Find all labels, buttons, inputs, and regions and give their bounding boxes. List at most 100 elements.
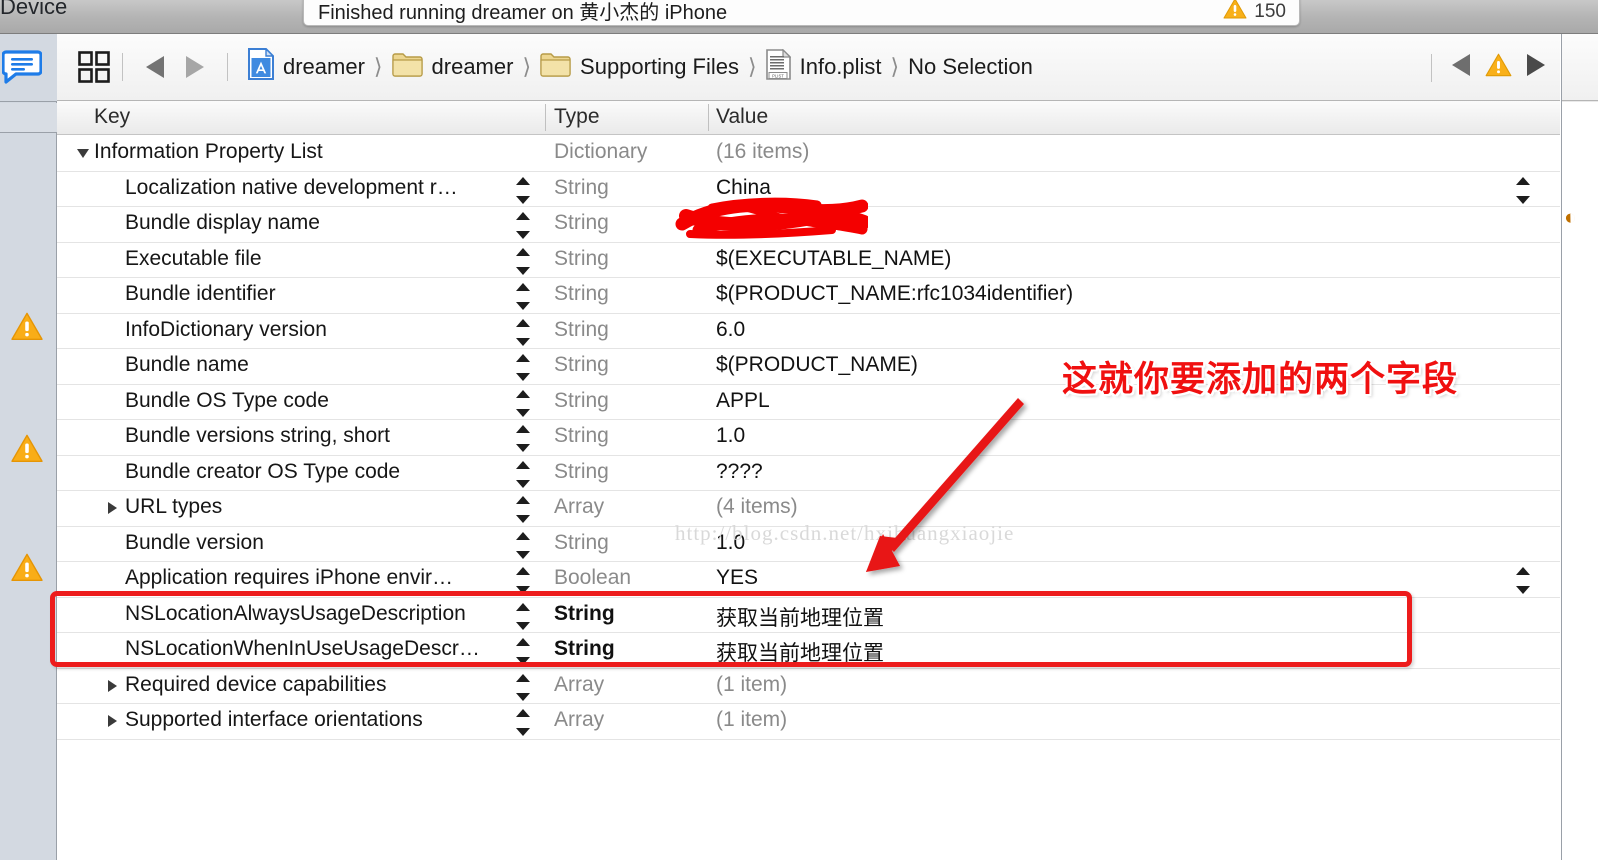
cell-key[interactable]: Application requires iPhone envir… [125, 566, 453, 590]
column-divider-1[interactable] [545, 104, 546, 131]
table-row[interactable]: Bundle versions string, short String 1.0 [57, 420, 1560, 456]
next-issue-icon[interactable] [1524, 52, 1548, 83]
cell-value[interactable]: 6.0 [716, 318, 745, 342]
cell-value[interactable]: China [716, 176, 771, 200]
cell-key[interactable]: Bundle creator OS Type code [125, 460, 400, 484]
related-items-grid-icon[interactable] [78, 51, 110, 83]
table-row[interactable]: NSLocationWhenInUseUsageDescr… String 获取当前… [57, 633, 1560, 669]
column-header-value[interactable]: Value [716, 105, 768, 129]
column-header-key[interactable]: Key [94, 105, 130, 129]
cell-key[interactable]: Information Property List [94, 140, 323, 164]
row-stepper[interactable] [516, 460, 530, 488]
cell-type[interactable]: String [554, 602, 615, 626]
cell-value[interactable]: $(PRODUCT_NAME:rfc1034identifier) [716, 282, 1073, 306]
cell-type[interactable]: String [554, 318, 609, 342]
table-row[interactable]: Bundle name String $(PRODUCT_NAME) [57, 349, 1560, 385]
table-row[interactable]: Executable file String $(EXECUTABLE_NAME) [57, 243, 1560, 278]
cell-key[interactable]: NSLocationAlwaysUsageDescription [125, 602, 466, 626]
previous-issue-icon[interactable] [1449, 52, 1473, 83]
cell-type[interactable]: String [554, 637, 615, 661]
row-stepper[interactable] [516, 318, 530, 346]
comment-bubble-icon[interactable] [1, 50, 43, 89]
breadcrumb-item-supporting-files[interactable]: Supporting Files [540, 52, 739, 83]
cell-key[interactable]: Executable file [125, 247, 262, 271]
row-stepper[interactable] [516, 425, 530, 452]
cell-key[interactable]: Bundle versions string, short [125, 424, 390, 448]
row-stepper[interactable] [516, 354, 530, 381]
cell-key[interactable]: Bundle name [125, 353, 249, 377]
cell-type[interactable]: String [554, 531, 609, 555]
cell-value[interactable]: ???? [716, 460, 763, 484]
table-row[interactable]: Bundle display name String [57, 207, 1560, 243]
cell-value[interactable]: YES [716, 566, 758, 590]
cell-value[interactable]: (1 item) [716, 673, 787, 697]
cell-type[interactable]: String [554, 176, 609, 200]
cell-key[interactable]: InfoDictionary version [125, 318, 327, 342]
row-stepper[interactable] [516, 673, 530, 701]
row-stepper[interactable] [516, 176, 530, 204]
cell-key[interactable]: Supported interface orientations [125, 708, 423, 732]
table-row[interactable]: Bundle creator OS Type code String???? [57, 456, 1560, 491]
row-stepper[interactable] [516, 496, 530, 523]
cell-value[interactable]: 1.0 [716, 424, 745, 448]
disclosure-triangle-open[interactable] [77, 149, 89, 158]
warning-triangle-icon[interactable] [1485, 53, 1512, 83]
disclosure-triangle-closed[interactable] [108, 679, 117, 692]
cell-type[interactable]: String [554, 282, 609, 306]
cell-key[interactable]: Required device capabilities [125, 673, 387, 697]
table-row[interactable]: Bundle OS Type code String APPL [57, 385, 1560, 420]
row-stepper[interactable] [516, 531, 530, 559]
table-row[interactable]: Supported interface orientations Array (1 … [57, 704, 1560, 740]
cell-key[interactable]: URL types [125, 495, 222, 519]
cell-type[interactable]: Array [554, 708, 604, 732]
cell-type[interactable]: String [554, 353, 609, 377]
activity-warning-group[interactable]: 150 [1223, 0, 1286, 25]
cell-value[interactable]: 1.0 [716, 531, 745, 555]
row-stepper[interactable] [516, 389, 530, 417]
breadcrumb-item-group[interactable]: dreamer [391, 52, 513, 83]
table-row[interactable]: Required device capabilities Array (1 item… [57, 669, 1560, 704]
forward-triangle-icon[interactable] [175, 54, 215, 80]
back-triangle-icon[interactable] [135, 54, 175, 80]
cell-type[interactable]: String [554, 211, 609, 235]
cell-value[interactable]: (1 item) [716, 708, 787, 732]
row-stepper[interactable] [516, 602, 530, 630]
breadcrumb-item-project[interactable]: dreamer [248, 47, 365, 86]
table-row[interactable]: InfoDictionary version String 6.0 [57, 314, 1560, 349]
row-stepper[interactable] [516, 709, 530, 736]
row-stepper[interactable] [516, 638, 530, 665]
cell-type[interactable]: String [554, 460, 609, 484]
cell-key[interactable]: Bundle OS Type code [125, 389, 329, 413]
cell-value[interactable]: $(PRODUCT_NAME) [716, 353, 918, 377]
cell-key[interactable]: Bundle version [125, 531, 264, 555]
table-row[interactable]: NSLocationAlwaysUsageDescription String 获取… [57, 598, 1560, 633]
cell-type[interactable]: Dictionary [554, 140, 647, 164]
cell-value[interactable]: 获取当前地理位置 [716, 637, 884, 667]
disclosure-triangle-closed[interactable] [108, 715, 117, 727]
column-divider-2[interactable] [708, 104, 709, 131]
row-stepper-right[interactable] [1516, 176, 1530, 204]
cell-type[interactable]: String [554, 424, 609, 448]
cell-key[interactable]: Bundle identifier [125, 282, 276, 306]
navigator-tab-strip[interactable] [0, 34, 57, 102]
cell-type[interactable]: String [554, 247, 609, 271]
row-stepper[interactable] [516, 283, 530, 310]
cell-type[interactable]: Boolean [554, 566, 631, 590]
disclosure-triangle-closed[interactable] [108, 502, 117, 514]
cell-value[interactable]: $(EXECUTABLE_NAME) [716, 247, 951, 271]
cell-key[interactable]: NSLocationWhenInUseUsageDescr… [125, 637, 480, 661]
table-row[interactable]: URL types Array (4 items) [57, 491, 1560, 527]
table-row[interactable]: Bundle identifier String $(PRODUCT_NAME:rf… [57, 278, 1560, 314]
warning-triangle-icon[interactable] [10, 312, 44, 347]
navigator-filter-strip[interactable] [0, 103, 57, 133]
column-header-type[interactable]: Type [554, 105, 600, 129]
cell-type[interactable]: String [554, 389, 609, 413]
table-row[interactable]: Information Property List Dictionary (16 i… [57, 136, 1560, 172]
warning-triangle-icon[interactable] [10, 434, 44, 469]
warning-triangle-icon[interactable] [10, 553, 44, 588]
cell-type[interactable]: Array [554, 673, 604, 697]
table-row[interactable]: Localization native development r… String… [57, 172, 1560, 207]
cell-value[interactable]: APPL [716, 389, 770, 413]
cell-key[interactable]: Localization native development r… [125, 176, 458, 200]
table-row[interactable]: Bundle version String 1.0 [57, 527, 1560, 562]
